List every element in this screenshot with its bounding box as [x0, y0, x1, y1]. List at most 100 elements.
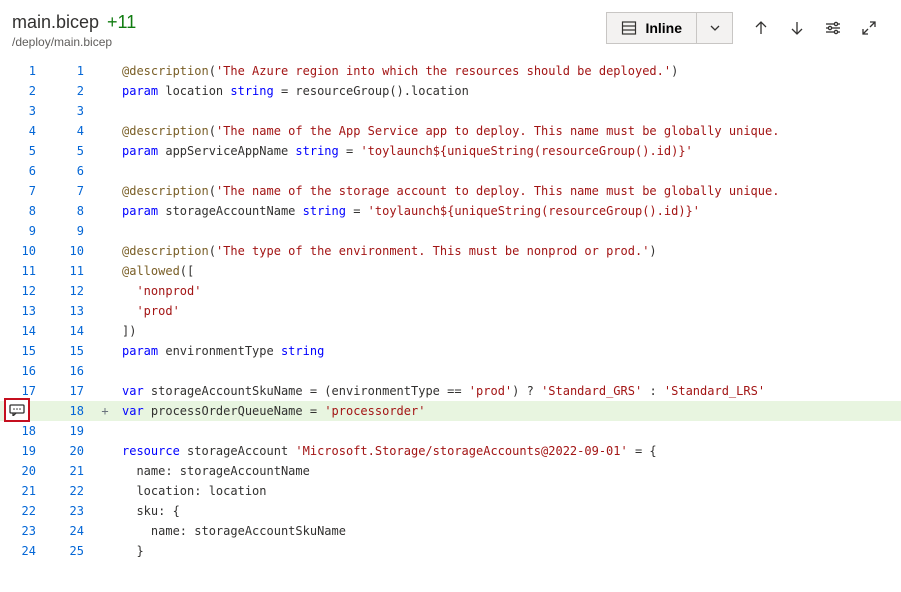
diff-marker	[96, 121, 114, 141]
gutter-right: 4	[48, 121, 96, 141]
code-row[interactable]: 18+var processOrderQueueName = 'processo…	[0, 401, 901, 421]
code-content: sku: {	[114, 501, 901, 521]
gutter-right: 1	[48, 61, 96, 81]
next-diff-button[interactable]	[781, 12, 813, 44]
gutter-left: 23	[0, 521, 48, 541]
gutter-left: 13	[0, 301, 48, 321]
diff-marker	[96, 241, 114, 261]
code-row[interactable]: 1819	[0, 421, 901, 441]
code-content: }	[114, 541, 901, 561]
code-content: @description('The name of the App Servic…	[114, 121, 901, 141]
code-row[interactable]: 33	[0, 101, 901, 121]
comment-icon	[9, 404, 25, 416]
diff-settings-button[interactable]	[817, 12, 849, 44]
code-content	[114, 161, 901, 181]
code-content: var processOrderQueueName = 'processorde…	[114, 401, 901, 421]
gutter-right: 14	[48, 321, 96, 341]
code-row[interactable]: 77@description('The name of the storage …	[0, 181, 901, 201]
code-row[interactable]: 1414])	[0, 321, 901, 341]
chevron-down-icon	[709, 22, 721, 34]
code-row[interactable]: 22param location string = resourceGroup(…	[0, 81, 901, 101]
gutter-left: 6	[0, 161, 48, 181]
code-row[interactable]: 2425 }	[0, 541, 901, 561]
diff-marker	[96, 321, 114, 341]
code-row[interactable]: 2324 name: storageAccountSkuName	[0, 521, 901, 541]
settings-sliders-icon	[825, 20, 841, 36]
code-content	[114, 361, 901, 381]
gutter-right: 22	[48, 481, 96, 501]
code-content: param storageAccountName string = 'toyla…	[114, 201, 901, 221]
diff-marker	[96, 461, 114, 481]
diff-marker	[96, 161, 114, 181]
diff-marker	[96, 201, 114, 221]
gutter-right: 19	[48, 421, 96, 441]
view-mode-group: Inline	[606, 12, 733, 44]
gutter-left: 3	[0, 101, 48, 121]
code-content: param environmentType string	[114, 341, 901, 361]
code-content	[114, 101, 901, 121]
code-content: ])	[114, 321, 901, 341]
gutter-left: 11	[0, 261, 48, 281]
view-mode-label: Inline	[645, 20, 682, 36]
fullscreen-button[interactable]	[853, 12, 885, 44]
gutter-left: 18	[0, 421, 48, 441]
expand-icon	[861, 20, 877, 36]
file-info: main.bicep +11 /deploy/main.bicep	[12, 12, 136, 49]
gutter-right: 10	[48, 241, 96, 261]
code-row[interactable]: 44 @description('The name of the App Serv…	[0, 121, 901, 141]
code-row[interactable]: 2122 location: location	[0, 481, 901, 501]
change-count: +11	[107, 12, 136, 33]
diff-marker	[96, 441, 114, 461]
gutter-right: 23	[48, 501, 96, 521]
code-content: @description('The Azure region into whic…	[114, 61, 901, 81]
add-comment-button[interactable]	[4, 398, 30, 422]
gutter-left: 16	[0, 361, 48, 381]
gutter-right: 20	[48, 441, 96, 461]
gutter-left: 24	[0, 541, 48, 561]
gutter-left: 8	[0, 201, 48, 221]
code-row[interactable]: 66	[0, 161, 901, 181]
gutter-right: 6	[48, 161, 96, 181]
code-content: @description('The type of the environmen…	[114, 241, 901, 261]
gutter-left: 1	[0, 61, 48, 81]
code-row[interactable]: 88param storageAccountName string = 'toy…	[0, 201, 901, 221]
diff-marker	[96, 81, 114, 101]
diff-marker	[96, 261, 114, 281]
diff-marker	[96, 141, 114, 161]
code-content: location: location	[114, 481, 901, 501]
gutter-left: 19	[0, 441, 48, 461]
code-row[interactable]: 11 @description('The Azure region into wh…	[0, 61, 901, 81]
arrow-down-icon	[789, 20, 805, 36]
code-row[interactable]: 1313 'prod'	[0, 301, 901, 321]
code-content: param appServiceAppName string = 'toylau…	[114, 141, 901, 161]
code-row[interactable]: 1111@allowed([	[0, 261, 901, 281]
code-row[interactable]: 1920 resource storageAccount 'Microsoft.S…	[0, 441, 901, 461]
diff-marker	[96, 181, 114, 201]
gutter-left: 5	[0, 141, 48, 161]
view-mode-dropdown[interactable]	[696, 13, 732, 43]
code-row[interactable]: 99	[0, 221, 901, 241]
diff-marker: +	[96, 401, 114, 421]
code-row[interactable]: 2223 sku: {	[0, 501, 901, 521]
prev-diff-button[interactable]	[745, 12, 777, 44]
gutter-left: 4	[0, 121, 48, 141]
view-mode-button[interactable]: Inline	[607, 13, 696, 43]
code-row[interactable]: 55param appServiceAppName string = 'toyl…	[0, 141, 901, 161]
diff-viewer[interactable]: 11 @description('The Azure region into wh…	[0, 61, 901, 561]
diff-marker	[96, 221, 114, 241]
code-row[interactable]: 1717var storageAccountSkuName = (environ…	[0, 381, 901, 401]
code-row[interactable]: 2021 name: storageAccountName	[0, 461, 901, 481]
gutter-left: 15	[0, 341, 48, 361]
code-row[interactable]: 1515param environmentType string	[0, 341, 901, 361]
code-row[interactable]: 1010@description('The type of the enviro…	[0, 241, 901, 261]
code-row[interactable]: 1616	[0, 361, 901, 381]
gutter-left: 20	[0, 461, 48, 481]
diff-marker	[96, 361, 114, 381]
code-content: resource storageAccount 'Microsoft.Stora…	[114, 441, 901, 461]
code-content: param location string = resourceGroup().…	[114, 81, 901, 101]
gutter-right: 16	[48, 361, 96, 381]
diff-marker	[96, 521, 114, 541]
diff-marker	[96, 501, 114, 521]
code-row[interactable]: 1212 'nonprod'	[0, 281, 901, 301]
diff-marker	[96, 541, 114, 561]
